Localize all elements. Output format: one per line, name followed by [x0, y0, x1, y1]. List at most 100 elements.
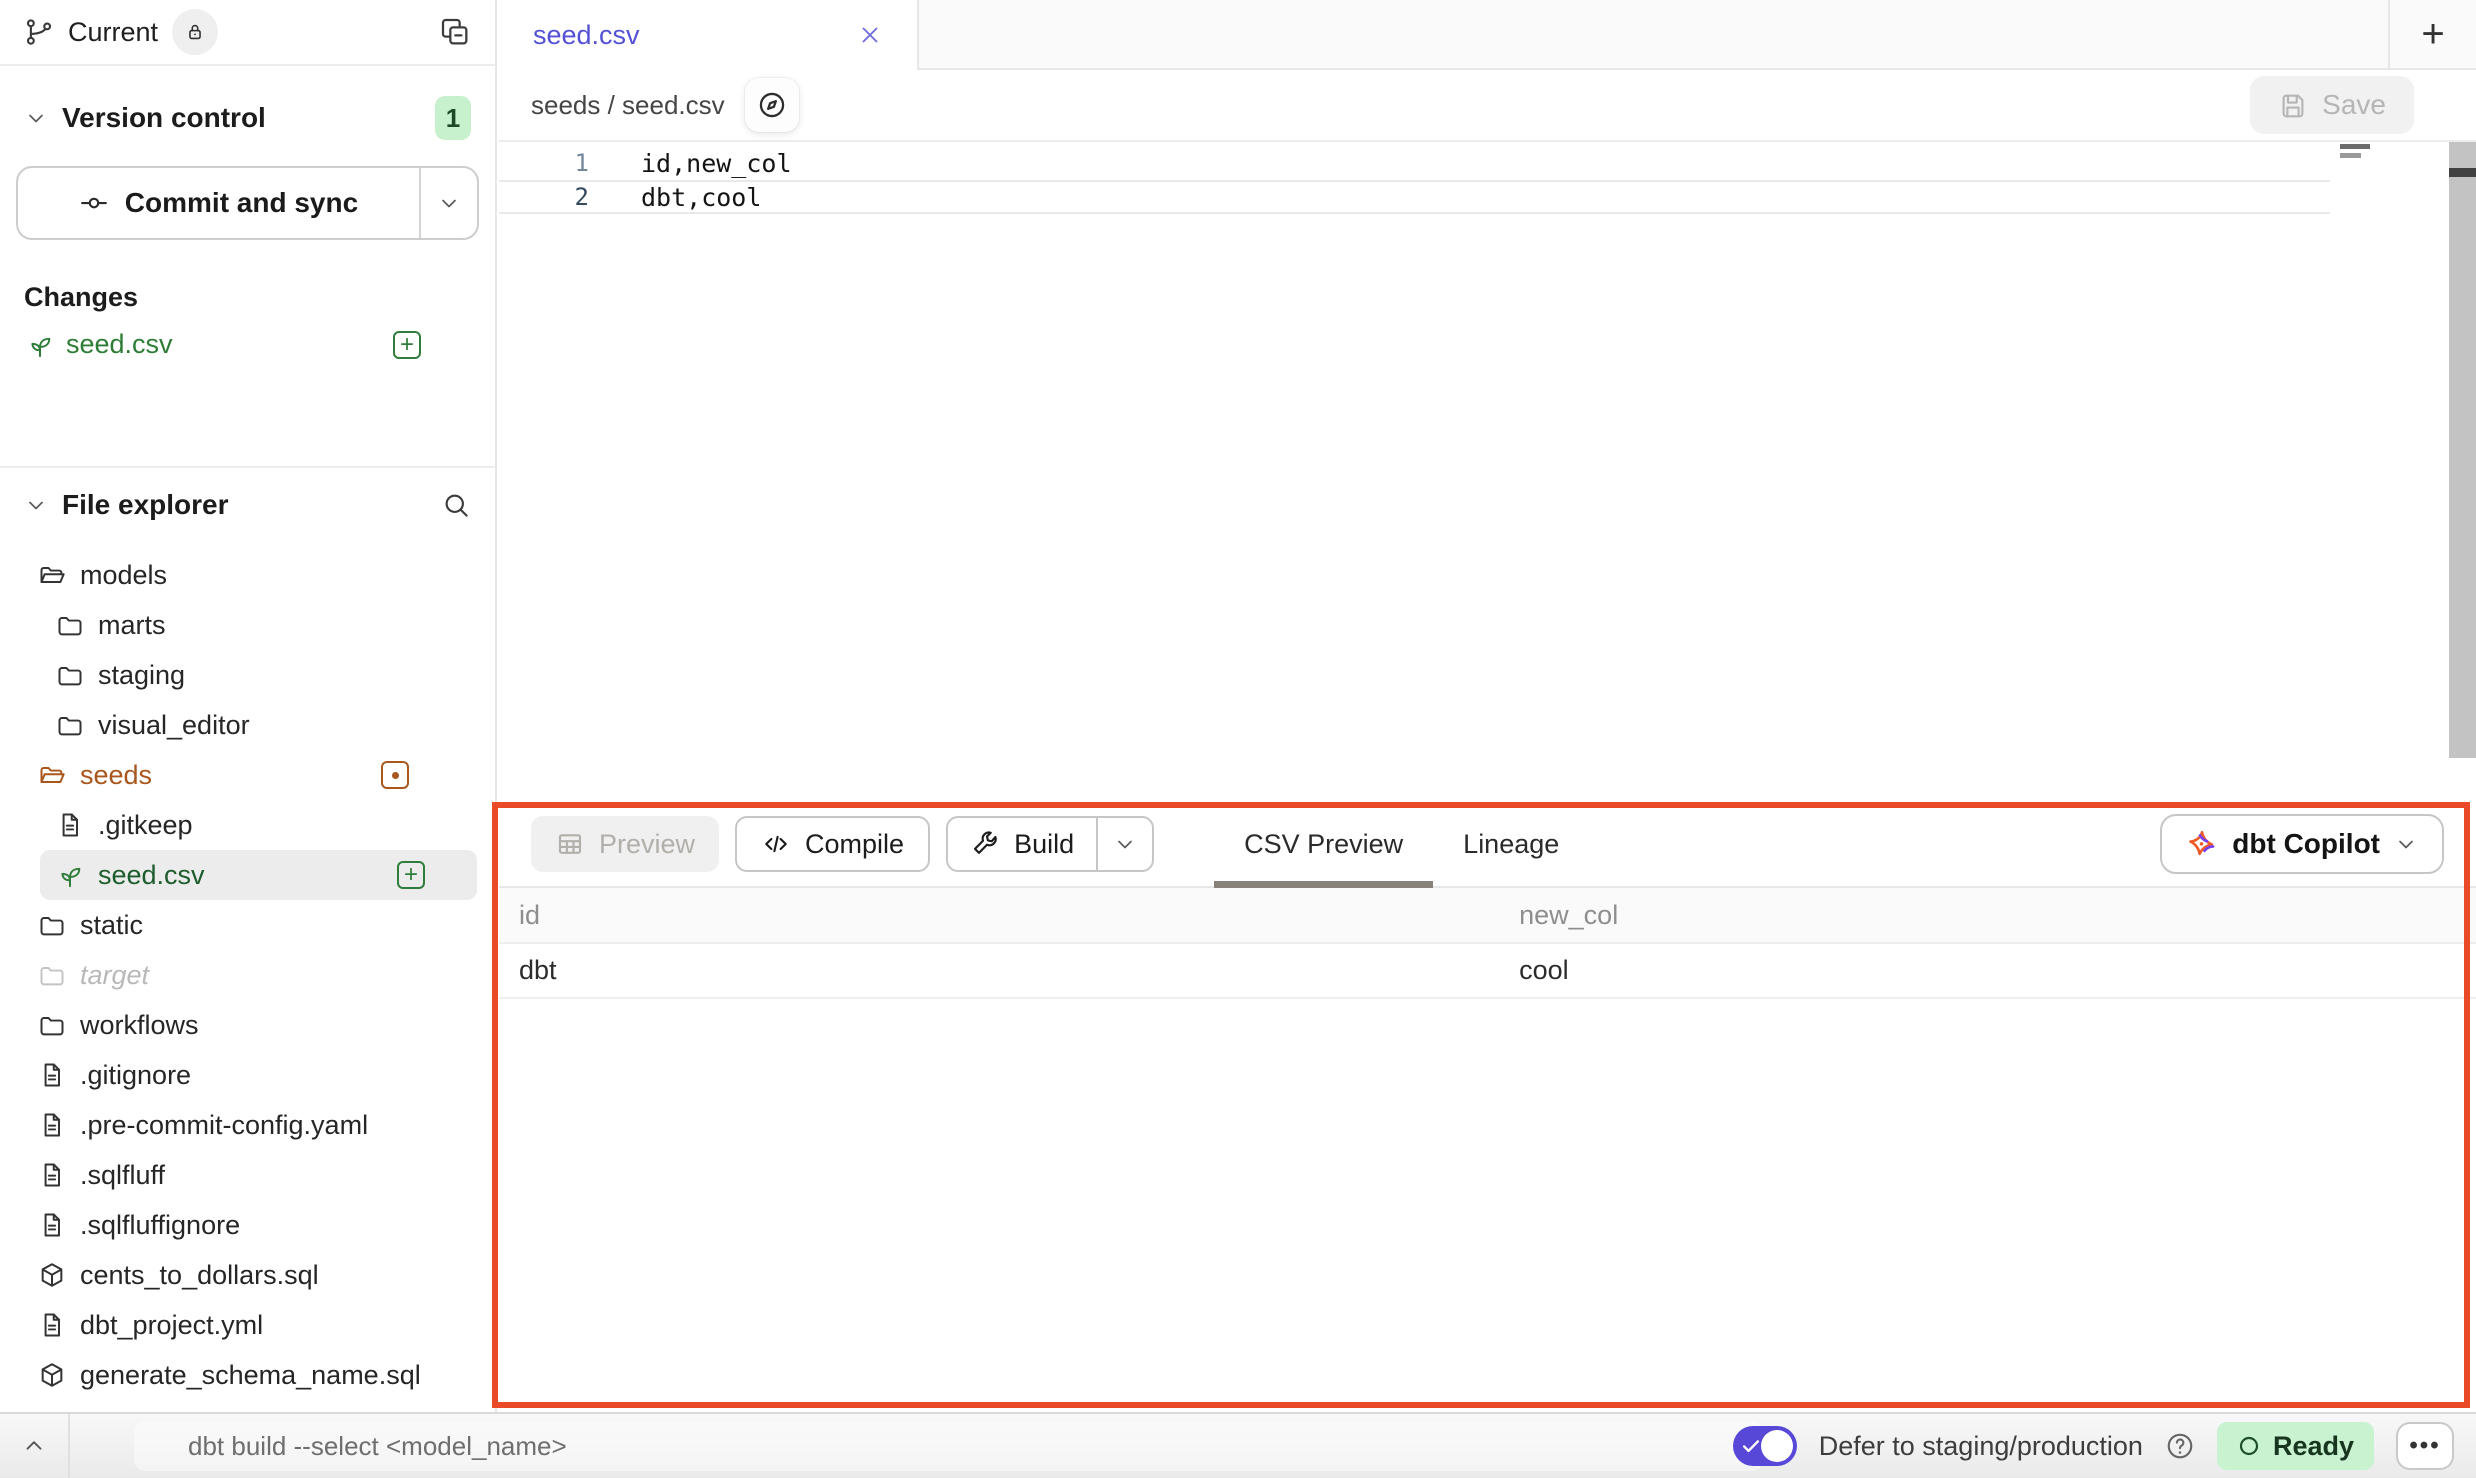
command-input[interactable]: dbt build --select <model_name>: [134, 1421, 1764, 1471]
cube-icon: [38, 1261, 66, 1289]
tree-item-label: workflows: [80, 1010, 199, 1041]
changes-count-badge: 1: [435, 96, 471, 140]
added-plus-badge: +: [397, 861, 425, 889]
tree-item-.sqlfluffignore[interactable]: .sqlfluffignore: [0, 1200, 477, 1250]
editor-scrollbar[interactable]: [2449, 142, 2476, 758]
table-grid-icon: [555, 829, 585, 859]
defer-label: Defer to staging/production: [1819, 1431, 2143, 1462]
commit-dropdown-button[interactable]: [421, 168, 477, 238]
folder-icon: [56, 711, 84, 739]
chevron-down-icon: [2394, 832, 2418, 856]
tree-item-label: seeds: [80, 760, 152, 791]
code-editor[interactable]: 1id,new_col2dbt,cool: [499, 142, 2476, 802]
close-icon[interactable]: [857, 22, 883, 48]
tab-seed-csv[interactable]: seed.csv: [499, 0, 919, 70]
code-lines: 1id,new_col2dbt,cool: [499, 142, 2476, 214]
file-explorer-section: File explorer models marts staging visual_e…: [0, 466, 495, 1400]
tree-item-cents_to_dollars.sql[interactable]: cents_to_dollars.sql: [0, 1250, 477, 1300]
help-icon[interactable]: [2165, 1431, 2195, 1461]
breadcrumb: seeds / seed.csv: [531, 90, 725, 121]
tree-item-label: .gitignore: [80, 1060, 191, 1091]
tree-item-dbt_project.yml[interactable]: dbt_project.yml: [0, 1300, 477, 1350]
more-options-button[interactable]: •••: [2396, 1422, 2454, 1470]
tree-item-label: visual_editor: [98, 710, 250, 741]
csv-preview-table: idnew_coldbtcool: [499, 888, 2476, 999]
new-tab-button[interactable]: +: [2388, 0, 2476, 68]
chevron-down-icon: [24, 493, 48, 517]
tree-item-label: dbt_project.yml: [80, 1310, 263, 1341]
table-row: dbtcool: [499, 944, 2476, 999]
changes-title: Changes: [24, 282, 495, 313]
table-header-row: idnew_col: [499, 888, 2476, 944]
code-line-1[interactable]: 1id,new_col: [499, 146, 2330, 180]
build-button[interactable]: Build: [948, 818, 1096, 870]
chevron-down-icon: [24, 106, 48, 130]
folder-icon: [38, 961, 66, 989]
branch-lock-badge: [172, 9, 218, 55]
scrollbar-thumb[interactable]: [2449, 168, 2476, 177]
version-control-header[interactable]: Version control 1: [0, 96, 495, 140]
folder-icon: [38, 911, 66, 939]
folder-icon: [56, 611, 84, 639]
seedling-icon: [56, 861, 84, 889]
tree-item-marts[interactable]: marts: [0, 600, 477, 650]
tree-item-target[interactable]: target: [0, 950, 477, 1000]
circle-status-icon: [2237, 1434, 2261, 1458]
file-explorer-header[interactable]: File explorer: [0, 468, 495, 542]
change-file-name: seed.csv: [66, 329, 173, 360]
code-icon: [761, 829, 791, 859]
added-plus-badge: +: [393, 331, 421, 359]
tree-item-seeds[interactable]: seeds: [0, 750, 477, 800]
tree-item-visual_editor[interactable]: visual_editor: [0, 700, 477, 750]
tree-item-label: .sqlfluff: [80, 1160, 165, 1191]
minimap-line-mark: [2340, 144, 2370, 149]
sidebar: Current Version control 1 Commit and syn…: [0, 0, 497, 1412]
table-cell: dbt: [499, 955, 1519, 986]
chevron-down-icon: [437, 191, 461, 215]
wrench-icon: [970, 829, 1000, 859]
copy-icon[interactable]: [439, 16, 471, 48]
change-item-seed.csv[interactable]: seed.csv +: [26, 329, 477, 360]
build-button-group: Build: [946, 816, 1154, 872]
tree-item-models[interactable]: models: [0, 550, 477, 600]
tree-item-generate_schema_name.sql[interactable]: generate_schema_name.sql: [0, 1350, 477, 1400]
tab-label: seed.csv: [533, 20, 640, 51]
tree-item-.gitignore[interactable]: .gitignore: [0, 1050, 477, 1100]
folder-icon: [38, 1011, 66, 1039]
tree-item-label: target: [80, 960, 149, 991]
save-button[interactable]: Save: [2250, 76, 2414, 134]
folder-open-icon: [38, 761, 66, 789]
defer-toggle[interactable]: [1733, 1426, 1797, 1466]
code-line-2[interactable]: 2dbt,cool: [499, 180, 2330, 214]
compile-button[interactable]: Compile: [735, 816, 930, 872]
results-toolbar: Preview Compile Build CSV Preview Lineage…: [499, 802, 2476, 888]
tree-item-static[interactable]: static: [0, 900, 477, 950]
branch-name: Current: [68, 17, 158, 48]
tree-item-workflows[interactable]: workflows: [0, 1000, 477, 1050]
tree-item-staging[interactable]: staging: [0, 650, 477, 700]
file-tree: models marts staging visual_editorseeds .git…: [0, 542, 495, 1400]
git-branch-icon: [24, 17, 54, 47]
dbt-copilot-button[interactable]: dbt Copilot: [2160, 814, 2444, 874]
tree-item-.pre-commit-config.yaml[interactable]: .pre-commit-config.yaml: [0, 1100, 477, 1150]
build-dropdown-button[interactable]: [1098, 818, 1152, 870]
tree-item-.gitkeep[interactable]: .gitkeep: [0, 800, 477, 850]
status-bar: dbt build --select <model_name> Defer to…: [0, 1412, 2476, 1478]
toggle-knob: [1761, 1430, 1793, 1462]
expand-panel-button[interactable]: [0, 1414, 70, 1478]
results-tab-csv-preview[interactable]: CSV Preview: [1244, 802, 1403, 886]
tree-item-label: marts: [98, 610, 166, 641]
results-tab-lineage[interactable]: Lineage: [1463, 802, 1559, 886]
save-icon: [2278, 90, 2308, 120]
lock-icon: [184, 21, 206, 43]
commit-and-sync-button[interactable]: Commit and sync: [16, 166, 479, 240]
results-panel: Preview Compile Build CSV Preview Lineage…: [499, 802, 2476, 1412]
file-explorer-title: File explorer: [62, 489, 229, 521]
tree-item-seed.csv[interactable]: seed.csv+: [40, 850, 477, 900]
preview-button[interactable]: Preview: [531, 816, 719, 872]
folder-icon: [56, 661, 84, 689]
chevron-down-icon: [1113, 832, 1137, 856]
tree-item-.sqlfluff[interactable]: .sqlfluff: [0, 1150, 477, 1200]
ide-compass-button[interactable]: [745, 78, 799, 132]
search-icon[interactable]: [441, 490, 471, 520]
